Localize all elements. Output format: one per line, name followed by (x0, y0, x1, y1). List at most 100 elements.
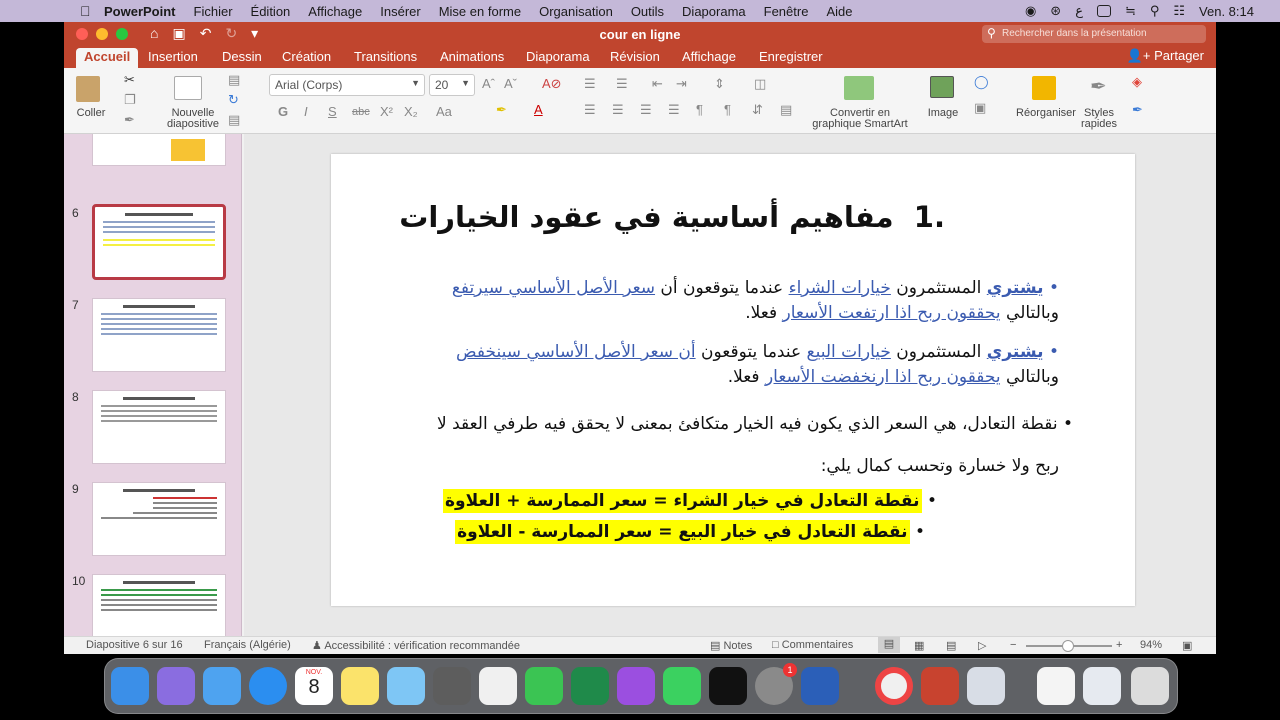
menu-outils[interactable]: Outils (631, 4, 664, 19)
finder-icon[interactable] (111, 667, 149, 705)
spotlight-icon[interactable]: ⚲ (1150, 3, 1160, 19)
section-icon[interactable]: ▤ (228, 112, 240, 128)
decrease-indent-icon[interactable]: ⇤ (652, 76, 663, 92)
menu-organisation[interactable]: Organisation (539, 4, 613, 19)
bullet-call-options[interactable]: • يشتري المستثمرون خيارات الشراء عندما ي… (409, 276, 1059, 326)
zoom-slider[interactable] (1026, 640, 1112, 652)
tab-enregistrer[interactable]: Enregistrer (759, 49, 823, 64)
underline-icon[interactable]: S (328, 104, 337, 119)
arrange-icon[interactable] (1032, 76, 1056, 100)
mail-icon[interactable] (203, 667, 241, 705)
clock[interactable]: Ven. 8:14 (1199, 4, 1254, 19)
menu-diaporama[interactable]: Diaporama (682, 4, 746, 19)
ltr-icon[interactable]: ¶ (696, 102, 703, 117)
keyboard-layout-icon[interactable]: ع (1075, 3, 1083, 19)
image-icon[interactable] (930, 76, 954, 98)
bullet-put-options[interactable]: • يشتري المستثمرون خيارات البيع عندما يت… (409, 340, 1059, 390)
columns-icon[interactable]: ◫ (754, 76, 766, 92)
tab-insertion[interactable]: Insertion (148, 49, 198, 64)
zoom-in-icon[interactable]: + (1116, 639, 1122, 651)
new-slide-icon[interactable] (174, 76, 202, 100)
search-field[interactable]: ⚲ Rechercher dans la présentation (982, 25, 1206, 43)
comments-button[interactable]: □ Commentaires (772, 639, 853, 651)
launchpad-icon[interactable] (157, 667, 195, 705)
zoom-slider-thumb[interactable] (1062, 640, 1074, 652)
minimized-window-icon[interactable] (1083, 667, 1121, 705)
tab-transitions[interactable]: Transitions (354, 49, 417, 64)
justify-icon[interactable]: ☰ (668, 102, 680, 118)
cut-icon[interactable]: ✂ (124, 72, 135, 88)
menu-inserer[interactable]: Insérer (380, 4, 420, 19)
photos-icon[interactable] (479, 667, 517, 705)
font-color-icon[interactable]: A (534, 102, 543, 117)
textbox-icon[interactable]: ▣ (974, 100, 986, 116)
word-icon[interactable] (801, 667, 839, 705)
slide-thumbnail-7[interactable] (92, 298, 226, 372)
font-family-field[interactable]: Arial (Corps) ▼ (269, 74, 425, 96)
language-indicator[interactable]: Français (Algérie) (204, 639, 291, 651)
share-button[interactable]: 👤+ Partager (1127, 48, 1204, 64)
shrink-font-icon[interactable]: Aˇ (504, 76, 517, 91)
align-right-icon[interactable]: ☰ (640, 102, 652, 118)
slide-thumbnails-panel[interactable]: 6 7 8 9 10 (64, 134, 242, 636)
formula-call[interactable]: • نقطة التعادل في خيار الشراء = سعر المم… (417, 489, 937, 514)
trash-icon[interactable] (1131, 667, 1169, 705)
rtl-icon[interactable]: ¶ (724, 102, 731, 117)
align-text-icon[interactable]: ▤ (780, 102, 792, 118)
case-icon[interactable]: Aa (436, 104, 452, 119)
maps-icon[interactable] (387, 667, 425, 705)
subscript-icon[interactable]: X₂ (404, 104, 418, 119)
slide-6[interactable]: .1 مفاهيم أساسية في عقود الخيارات • يشتر… (331, 154, 1135, 606)
superscript-icon[interactable]: X² (380, 104, 393, 119)
zoom-level[interactable]: 94% (1140, 639, 1162, 651)
paste-icon[interactable] (76, 76, 100, 102)
menu-affichage[interactable]: Affichage (308, 4, 362, 19)
slideshow-icon[interactable]: ▷ (978, 639, 986, 652)
podcasts-icon[interactable] (617, 667, 655, 705)
notes-button[interactable]: ▤ Notes (710, 639, 752, 652)
menu-edition[interactable]: Édition (251, 4, 291, 19)
tab-creation[interactable]: Création (282, 49, 331, 64)
system-settings-icon[interactable]: 1 (755, 663, 797, 705)
reading-view-icon[interactable]: ▤ (946, 639, 956, 652)
increase-indent-icon[interactable]: ⇥ (676, 76, 687, 92)
strikethrough-icon[interactable]: abc (352, 106, 370, 118)
shapes-icon[interactable]: ◯ (974, 74, 989, 90)
normal-view-icon[interactable]: ▤ (878, 637, 900, 653)
break-even-continuation[interactable]: ربح ولا خسارة وتحسب كمال يلي: (319, 454, 1059, 479)
clear-format-icon[interactable]: A⊘ (542, 76, 562, 92)
tab-dessin[interactable]: Dessin (222, 49, 262, 64)
smartart-icon[interactable] (844, 76, 874, 100)
battery-icon[interactable] (1096, 5, 1111, 17)
notes-app-icon[interactable] (341, 667, 379, 705)
messages-icon[interactable] (663, 667, 701, 705)
preview-icon[interactable] (967, 667, 1005, 705)
excel-icon[interactable] (571, 667, 609, 705)
tab-diaporama[interactable]: Diaporama (526, 49, 590, 64)
document-window-icon[interactable] (1037, 667, 1075, 705)
quick-styles-icon[interactable]: ✒ (1090, 74, 1107, 99)
font-size-field[interactable]: 20 ▼ (429, 74, 475, 96)
shape-fill-icon[interactable]: ◈ (1132, 74, 1142, 90)
powerpoint-icon[interactable] (921, 667, 959, 705)
reset-icon[interactable]: ↻ (228, 92, 239, 108)
text-direction-icon[interactable]: ⇵ (752, 102, 763, 118)
control-center-icon[interactable]: ☷ (1173, 3, 1185, 19)
italic-icon[interactable]: I (304, 104, 308, 119)
highlight-icon[interactable]: ✒ (496, 102, 507, 118)
menu-fenetre[interactable]: Fenêtre (764, 4, 809, 19)
tab-affichage[interactable]: Affichage (682, 49, 736, 64)
formula-put[interactable]: • نقطة التعادل في خيار البيع = سعر المما… (405, 520, 925, 545)
apple-tv-icon[interactable] (709, 667, 747, 705)
numbering-icon[interactable]: ☰ (616, 76, 628, 92)
layout-icon[interactable]: ▤ (228, 72, 240, 88)
slide-thumbnail-8[interactable] (92, 390, 226, 464)
format-painter-icon[interactable]: ✒ (124, 112, 135, 128)
calendar-icon[interactable]: NOV. 8 (295, 667, 333, 705)
slide-thumbnail-10[interactable] (92, 574, 226, 636)
tab-accueil[interactable]: Accueil (76, 48, 139, 68)
screenshot-icon[interactable] (433, 667, 471, 705)
record-icon[interactable]: ◉ (1025, 3, 1036, 19)
menu-app-name[interactable]: PowerPoint (104, 4, 176, 19)
slide-editor[interactable]: .1 مفاهيم أساسية في عقود الخيارات • يشتر… (244, 134, 1216, 636)
